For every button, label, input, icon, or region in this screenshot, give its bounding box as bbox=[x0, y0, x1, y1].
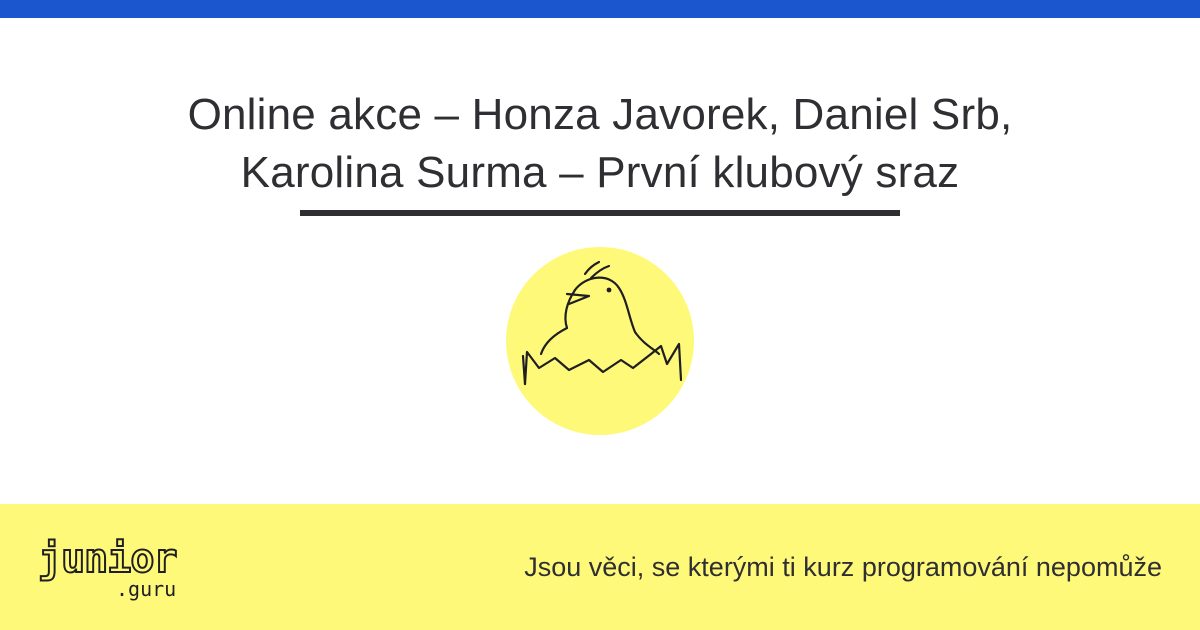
title-underline bbox=[300, 210, 900, 216]
page-title: Online akce – Honza Javorek, Daniel Srb,… bbox=[100, 86, 1100, 202]
page-title-line-2: Karolina Surma – První klubový sraz bbox=[240, 148, 960, 197]
footer-banner: junior .guru Jsou věci, se kterými ti ku… bbox=[0, 504, 1200, 630]
logo-text-main: junior bbox=[38, 536, 177, 582]
logo-text-sub: .guru bbox=[116, 577, 176, 601]
hatching-chick-icon bbox=[506, 247, 694, 435]
footer-tagline: Jsou věci, se kterými ti kurz programová… bbox=[524, 552, 1162, 582]
junior-guru-logo[interactable]: junior .guru bbox=[36, 532, 196, 604]
page-title-line-1: Online akce – Honza Javorek, Daniel Srb, bbox=[187, 90, 1013, 139]
top-accent-bar bbox=[0, 0, 1200, 18]
mascot-circle bbox=[506, 247, 694, 435]
